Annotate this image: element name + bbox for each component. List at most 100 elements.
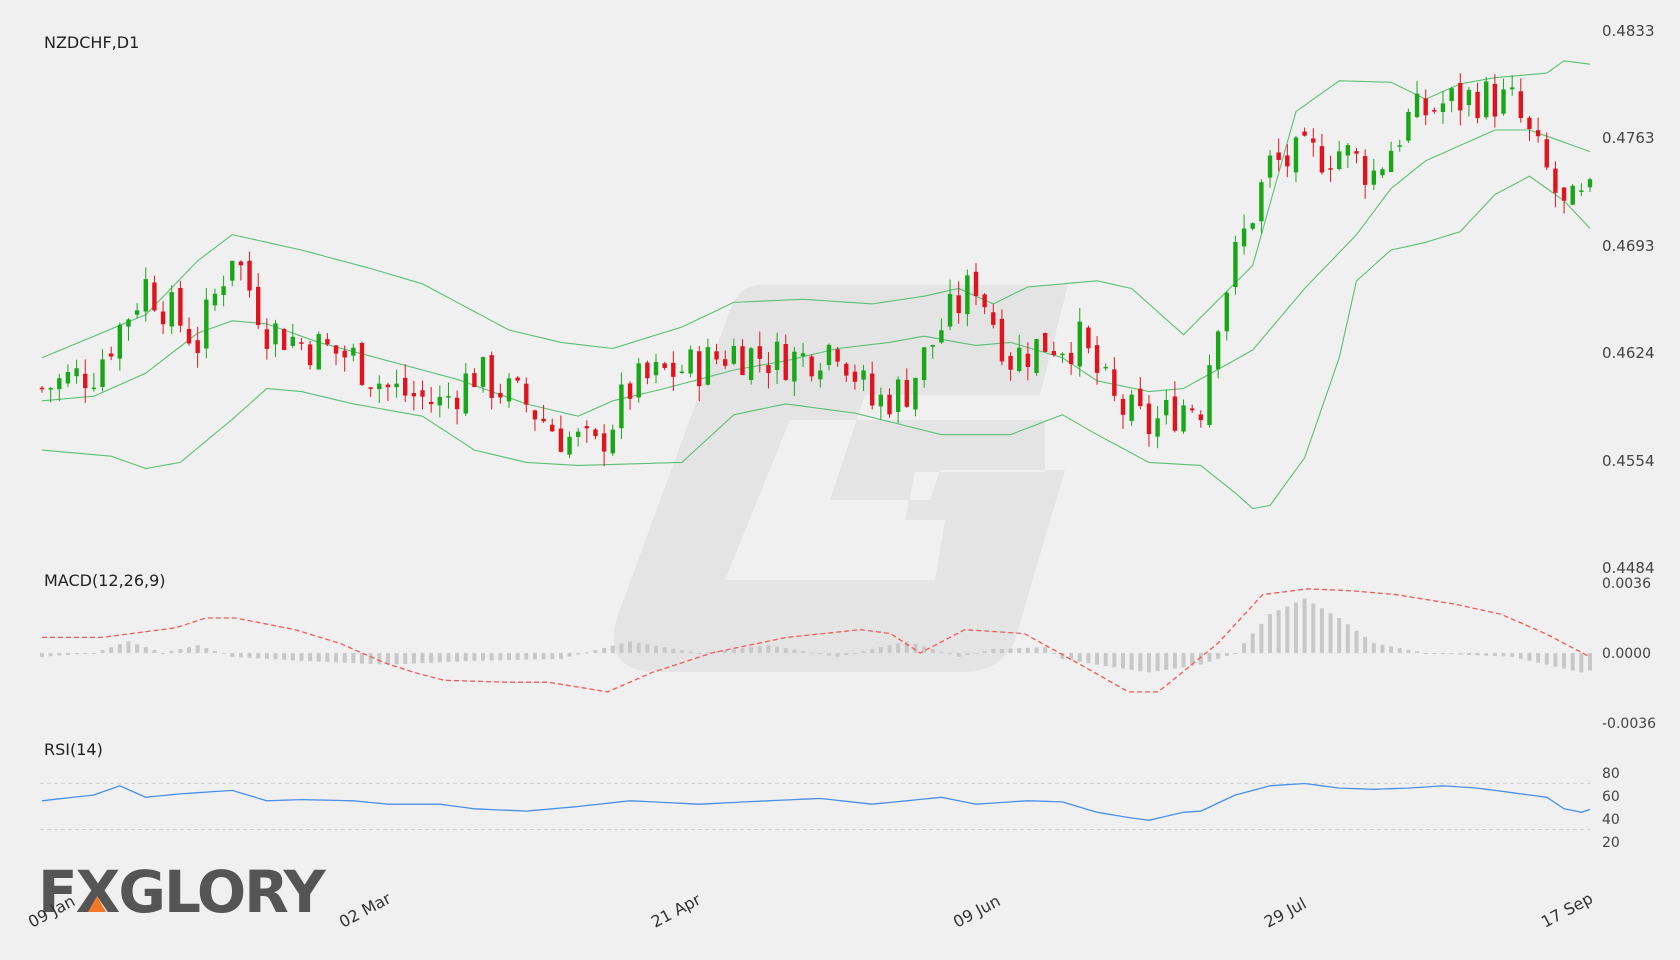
macd-histogram-bar xyxy=(1328,613,1333,653)
y-tick-label: 0.4833 xyxy=(1602,22,1655,40)
candle-down xyxy=(593,429,598,437)
candle-up xyxy=(826,344,832,366)
macd-histogram-bar xyxy=(1146,653,1151,673)
candle-up xyxy=(567,436,572,455)
candle-down xyxy=(1518,91,1524,119)
macd-histogram-bar xyxy=(238,653,243,658)
macd-histogram-bar xyxy=(1095,653,1100,665)
macd-histogram-bar xyxy=(852,653,857,654)
macd-histogram-bar xyxy=(999,648,1004,653)
candle-down xyxy=(601,433,607,452)
candle-up xyxy=(679,371,685,374)
candle-down xyxy=(1172,396,1178,431)
macd-histogram-bar xyxy=(1458,653,1463,655)
candle-up xyxy=(965,275,970,315)
macd-histogram-bar xyxy=(1242,643,1247,653)
candle-down xyxy=(1527,117,1532,130)
macd-histogram-bar xyxy=(74,653,79,655)
candle-down xyxy=(662,363,667,369)
candle-up xyxy=(1449,88,1454,102)
macd-histogram-bar xyxy=(334,653,339,663)
candle-down xyxy=(541,418,546,422)
candle-up xyxy=(1017,347,1022,371)
candle-down xyxy=(1008,355,1013,370)
macd-histogram-bar xyxy=(1363,636,1368,653)
candle-down xyxy=(1068,352,1074,365)
candle-up xyxy=(212,293,218,306)
macd-histogram-bar xyxy=(1276,610,1281,653)
macd-histogram-bar xyxy=(1466,653,1471,655)
candle-down xyxy=(238,261,244,266)
candle-up xyxy=(65,372,71,384)
macd-histogram-bar xyxy=(1207,653,1212,662)
macd-histogram-bar xyxy=(973,653,978,654)
macd-histogram-bar xyxy=(1129,653,1134,670)
candle-up xyxy=(1060,353,1065,356)
macd-histogram-bar xyxy=(1544,653,1549,665)
candle-up xyxy=(463,373,468,414)
macd-histogram-bar xyxy=(1311,603,1316,653)
candle-down xyxy=(956,295,961,314)
macd-histogram-bar xyxy=(1345,624,1350,653)
candle-up xyxy=(921,347,927,381)
candle-up xyxy=(1077,321,1082,367)
y-tick-label: 0.4693 xyxy=(1602,237,1655,255)
macd-histogram-bar xyxy=(342,653,347,663)
candle-up xyxy=(1406,111,1411,141)
candle-up xyxy=(1207,365,1212,425)
macd-histogram-bar xyxy=(40,653,44,657)
candle-up xyxy=(1215,331,1221,370)
macd-histogram-bar xyxy=(135,644,140,653)
macd-histogram-bar xyxy=(463,653,468,662)
candle-down xyxy=(1120,398,1126,415)
macd-histogram-bar xyxy=(290,653,295,661)
macd-histogram-bar xyxy=(775,646,780,653)
candle-up xyxy=(800,353,806,357)
macd-histogram-bar xyxy=(1034,647,1039,653)
macd-histogram-bar xyxy=(1415,651,1420,653)
macd-histogram-bar xyxy=(628,641,633,653)
macd-histogram-bar xyxy=(541,653,546,660)
candle-up xyxy=(1440,103,1446,113)
candle-down xyxy=(1042,332,1048,352)
candle-down xyxy=(1189,408,1195,411)
macd-histogram-bar xyxy=(749,647,754,653)
logo-text: FXGLORY xyxy=(38,858,327,926)
macd-histogram-bar xyxy=(247,653,252,658)
macd-histogram-bar xyxy=(930,649,935,653)
macd-histogram-bar xyxy=(731,649,736,653)
candle-down xyxy=(1458,82,1463,111)
macd-histogram-bar xyxy=(844,653,849,655)
macd-histogram-bar xyxy=(472,653,477,661)
rsi-y-tick-label: 40 xyxy=(1602,812,1620,828)
candle-up xyxy=(636,363,641,398)
candle-up xyxy=(117,324,123,359)
candle-up xyxy=(273,323,278,345)
macd-histogram-bar xyxy=(1527,653,1532,661)
candle-up xyxy=(1155,418,1160,437)
candle-up xyxy=(480,357,486,387)
candle-down xyxy=(1094,345,1100,373)
macd-histogram-bar xyxy=(359,653,364,664)
candle-down xyxy=(852,371,858,382)
macd-histogram-bar xyxy=(688,651,693,653)
macd-histogram-bar xyxy=(887,645,892,653)
candle-down xyxy=(1553,168,1558,193)
candle-down xyxy=(982,294,987,308)
candle-down xyxy=(766,365,771,374)
candle-up xyxy=(134,310,140,315)
x-tick-label: 21 Apr xyxy=(648,890,704,932)
macd-histogram-bar xyxy=(230,653,235,657)
macd-histogram-bar xyxy=(273,653,278,660)
candle-up xyxy=(74,368,79,377)
candle-up xyxy=(204,299,209,349)
candle-down xyxy=(558,428,564,452)
macd-histogram-bar xyxy=(1406,649,1411,653)
candle-up xyxy=(748,348,754,380)
candle-down xyxy=(152,282,157,311)
macd-histogram-bar xyxy=(956,653,961,657)
macd-histogram-bar xyxy=(939,651,944,653)
y-tick-label: 0.4763 xyxy=(1602,129,1655,147)
candle-up xyxy=(930,344,935,347)
macd-histogram-bar xyxy=(91,653,96,654)
